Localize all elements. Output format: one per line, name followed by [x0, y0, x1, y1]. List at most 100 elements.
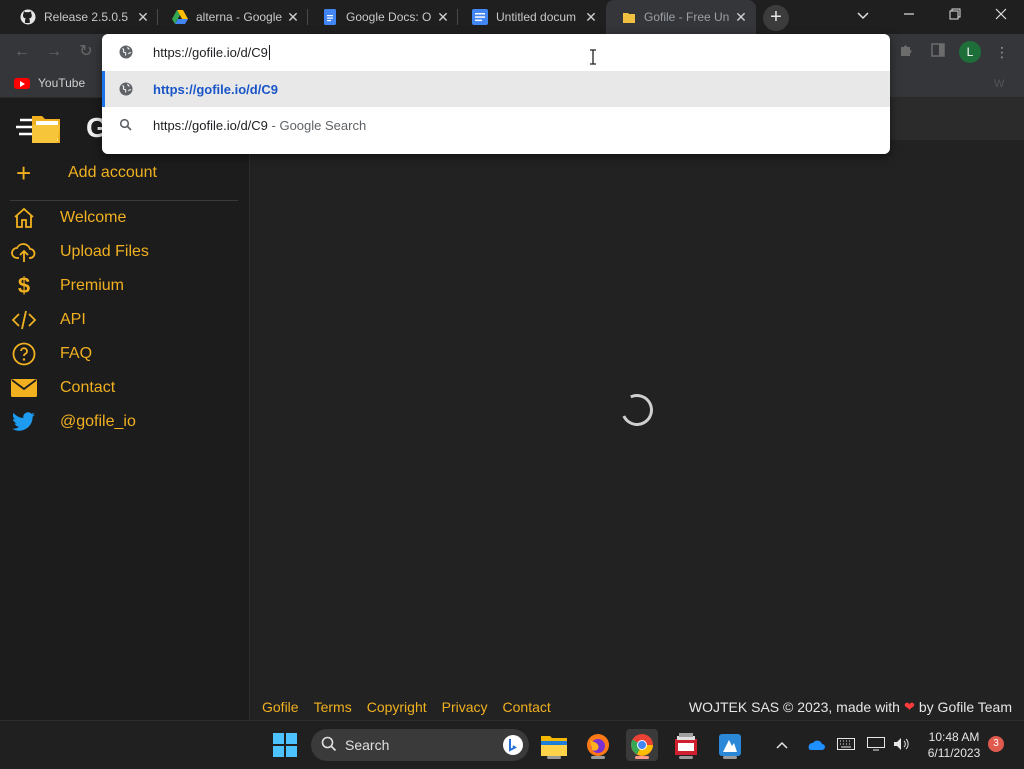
youtube-icon [14, 77, 30, 89]
text-caret [268, 44, 270, 60]
footer-link-gofile[interactable]: Gofile [262, 699, 299, 715]
keyboard-icon[interactable] [837, 737, 855, 753]
tab-title: alterna - Google [196, 10, 282, 24]
sidebar: G + Add account Welcome Upload Files $ P… [0, 98, 250, 720]
sidebar-item-label: Contact [60, 379, 116, 396]
envelope-icon [10, 374, 38, 402]
copyright-prefix: WOJTEK SAS © 2023, made with [688, 699, 900, 715]
sidebar-item-faq[interactable]: FAQ [10, 338, 238, 370]
tab-alterna[interactable]: alterna - Google ✕ [158, 0, 308, 34]
running-indicator [591, 756, 605, 759]
running-indicator [547, 756, 561, 759]
close-window-button[interactable] [978, 0, 1024, 30]
add-account-label: Add account [68, 164, 157, 181]
close-tab-icon[interactable]: ✕ [584, 10, 598, 24]
windows-start-icon[interactable] [269, 729, 301, 761]
sidebar-item-upload-files[interactable]: Upload Files [10, 236, 238, 268]
address-bar-input[interactable]: https://gofile.io/d/C9 [102, 34, 890, 70]
tab-google-docs[interactable]: Google Docs: O ✕ [308, 0, 458, 34]
cloud-upload-icon [10, 238, 38, 266]
bookmark-youtube[interactable]: YouTube [14, 76, 85, 90]
display-icon[interactable] [867, 736, 885, 754]
back-arrow-icon[interactable]: ← [12, 42, 32, 62]
notification-badge[interactable]: 3 [988, 736, 1004, 752]
gofile-page: G + Add account Welcome Upload Files $ P… [0, 98, 1024, 720]
omnibox-suggestion-url[interactable]: https://gofile.io/d/C9 [102, 71, 890, 107]
add-account-button[interactable]: + Add account [16, 160, 157, 186]
twitter-icon [10, 408, 38, 436]
restore-button[interactable] [932, 0, 978, 30]
running-indicator [635, 756, 649, 759]
github-icon [20, 9, 36, 25]
dollar-icon: $ [17, 273, 31, 298]
footer: Gofile Terms Copyright Privacy Contact W… [251, 694, 1024, 720]
google-docs-icon [472, 9, 488, 25]
omnibox-dropdown: https://gofile.io/d/C9 https://gofile.io… [102, 34, 890, 154]
close-tab-icon[interactable]: ✕ [286, 10, 300, 24]
home-icon [10, 204, 38, 232]
file-explorer-icon[interactable] [538, 729, 570, 761]
reload-icon[interactable]: ↻ [76, 42, 96, 62]
sidebar-item-premium[interactable]: $ Premium [10, 270, 238, 302]
tab-strip: Release 2.5.0.5 · ✕ alterna - Google ✕ G… [0, 0, 1024, 34]
close-tab-icon[interactable]: ✕ [136, 10, 150, 24]
gofile-logo[interactable] [14, 110, 64, 146]
tab-untitled-document[interactable]: Untitled docum ✕ [458, 0, 606, 34]
running-indicator [679, 756, 693, 759]
bookmark-label: YouTube [38, 76, 86, 90]
sidebar-item-label: Welcome [60, 209, 127, 226]
tab-gofile[interactable]: Gofile - Free Un ✕ [606, 0, 756, 34]
taskbar-clock[interactable]: 10:48 AM 6/11/2023 [918, 729, 990, 761]
extensions-puzzle-icon[interactable] [896, 42, 916, 62]
firefox-icon[interactable] [582, 729, 614, 761]
question-icon [10, 340, 38, 368]
volume-icon[interactable] [893, 737, 911, 754]
globe-icon [119, 82, 133, 96]
kebab-menu-icon[interactable]: ⋮ [992, 42, 1012, 62]
close-tab-icon[interactable]: ✕ [436, 10, 450, 24]
footer-link-copyright[interactable]: Copyright [367, 699, 427, 715]
tab-title: Gofile - Free Un [644, 10, 730, 24]
search-icon [321, 736, 337, 755]
paint-app-icon[interactable] [714, 729, 746, 761]
taskbar-search[interactable]: Search [311, 729, 529, 761]
tab-release[interactable]: Release 2.5.0.5 · ✕ [6, 0, 158, 34]
system-tray [773, 721, 911, 769]
gofile-icon [620, 9, 636, 25]
sidebar-item-contact[interactable]: Contact [10, 372, 238, 404]
suggestion-text: https://gofile.io/d/C9 - Google Search [153, 117, 367, 133]
chrome-icon[interactable] [626, 729, 658, 761]
footer-link-terms[interactable]: Terms [314, 699, 352, 715]
loading-spinner [616, 389, 658, 431]
code-icon [10, 306, 38, 334]
chevron-up-icon[interactable] [773, 738, 791, 752]
globe-icon [119, 45, 133, 59]
footer-link-contact[interactable]: Contact [503, 699, 551, 715]
google-drive-icon [172, 9, 188, 25]
sidebar-item-api[interactable]: API [10, 304, 238, 336]
footer-copyright: WOJTEK SAS © 2023, made with ❤ by Gofile… [689, 699, 1012, 715]
profile-avatar[interactable]: L [959, 41, 981, 63]
close-tab-icon[interactable]: ✕ [734, 10, 748, 24]
forward-arrow-icon[interactable]: → [44, 42, 64, 62]
copyright-suffix: by Gofile Team [918, 699, 1012, 715]
tab-title: Release 2.5.0.5 · [44, 10, 130, 24]
sidebar-item-twitter[interactable]: @gofile_io [10, 406, 238, 438]
footer-link-privacy[interactable]: Privacy [442, 699, 488, 715]
minimize-button[interactable] [886, 0, 932, 30]
sidebar-item-label: @gofile_io [60, 413, 136, 430]
side-panel-icon[interactable] [928, 42, 948, 62]
app-stack-icon[interactable] [670, 729, 702, 761]
clock-time: 10:48 AM [928, 730, 980, 744]
address-bar-text: https://gofile.io/d/C9 [153, 44, 270, 60]
onedrive-icon[interactable] [805, 737, 825, 754]
tab-title: Google Docs: O [346, 10, 432, 24]
suggestion-text: https://gofile.io/d/C9 [153, 81, 278, 97]
heart-icon: ❤ [903, 699, 915, 714]
tab-search-chevron-icon[interactable] [840, 0, 886, 30]
sidebar-item-welcome[interactable]: Welcome [10, 202, 238, 234]
main-content [251, 98, 1024, 720]
google-docs-icon [322, 9, 338, 25]
omnibox-suggestion-search[interactable]: https://gofile.io/d/C9 - Google Search [102, 107, 890, 143]
new-tab-button[interactable]: + [763, 5, 789, 31]
